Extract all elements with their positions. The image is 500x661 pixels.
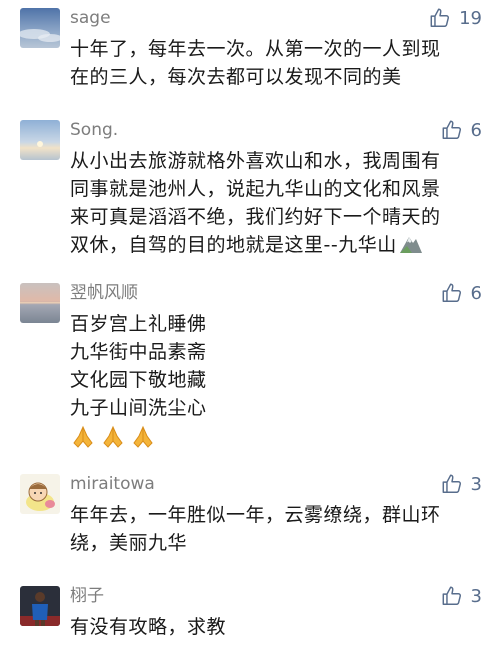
username[interactable]: sage — [70, 8, 111, 28]
folded-hands-icon — [133, 425, 153, 448]
thumbs-up-icon — [430, 8, 450, 27]
comment-text: 百岁宫上礼睡佛 九华街中品素斋 文化园下敬地藏 九子山间洗尘心 — [70, 310, 480, 450]
avatar[interactable] — [20, 8, 60, 48]
comment-line: 年年去，一年胜似一年，云雾缭绕，群山环 — [70, 504, 441, 526]
folded-hands-icon — [103, 425, 123, 448]
thumbs-up-icon — [442, 283, 461, 302]
username[interactable]: Song. — [70, 120, 118, 140]
username[interactable]: miraitowa — [70, 474, 155, 494]
like-button[interactable]: 3 — [441, 473, 482, 495]
thumbs-up-icon — [442, 120, 461, 139]
avatar[interactable] — [20, 474, 60, 514]
avatar-image-sea — [20, 283, 60, 323]
thumbs-up-icon — [442, 474, 461, 493]
comment-text: 有没有攻略，求教 — [70, 613, 480, 641]
avatar[interactable] — [20, 120, 60, 160]
avatar[interactable] — [20, 586, 60, 626]
username[interactable]: 翌帆风顺 — [70, 283, 138, 303]
comment-line: 双休，自驾的目的地就是这里--九华山 — [70, 234, 397, 256]
comment-text: 十年了，每年去一次。从第一次的一人到现 在的三人，每次去都可以发现不同的美 — [70, 35, 480, 91]
comment-line: 有没有攻略，求教 — [70, 616, 227, 638]
comment-line: 文化园下敬地藏 — [70, 369, 207, 391]
comment-line: 从小出去旅游就格外喜欢山和水，我周围有 — [70, 150, 441, 172]
comment-line: 绕，美丽九华 — [70, 532, 188, 554]
comment-line: 九子山间洗尘心 — [70, 397, 207, 419]
emoji-row — [70, 424, 480, 450]
like-button[interactable]: 6 — [441, 119, 482, 141]
like-button[interactable]: 19 — [429, 7, 482, 29]
username[interactable]: 栩子 — [70, 586, 104, 606]
comment-line: 来可真是滔滔不绝，我们约好下一个晴天的 — [70, 206, 441, 228]
comment-text: 从小出去旅游就格外喜欢山和水，我周围有 同事就是池州人，说起九华山的文化和风景 … — [70, 147, 480, 259]
folded-hands-icon — [73, 425, 93, 448]
like-count: 19 — [459, 7, 482, 29]
comment-line-with-emoji: 双休，自驾的目的地就是这里--九华山 — [70, 231, 480, 259]
like-count: 3 — [470, 473, 482, 495]
like-button[interactable]: 6 — [441, 282, 482, 304]
like-count: 3 — [470, 585, 482, 607]
like-count: 6 — [470, 282, 482, 304]
avatar[interactable] — [20, 283, 60, 323]
like-button[interactable]: 3 — [441, 585, 482, 607]
mountain-emoji-icon — [399, 237, 422, 253]
avatar-image-sunset — [20, 120, 60, 160]
like-count: 6 — [470, 119, 482, 141]
comment-line: 十年了，每年去一次。从第一次的一人到现 — [70, 38, 441, 60]
comment-line: 百岁宫上礼睡佛 — [70, 313, 207, 335]
comment-line: 九华街中品素斋 — [70, 341, 207, 363]
comment-line: 在的三人，每次去都可以发现不同的美 — [70, 66, 402, 88]
avatar-image-sky — [20, 8, 60, 48]
comment-text: 年年去，一年胜似一年，云雾缭绕，群山环 绕，美丽九华 — [70, 501, 480, 557]
thumbs-up-icon — [442, 586, 461, 605]
avatar-image-cartoon — [20, 474, 60, 514]
avatar-image-player — [20, 586, 60, 626]
comment-line: 同事就是池州人，说起九华山的文化和风景 — [70, 178, 441, 200]
